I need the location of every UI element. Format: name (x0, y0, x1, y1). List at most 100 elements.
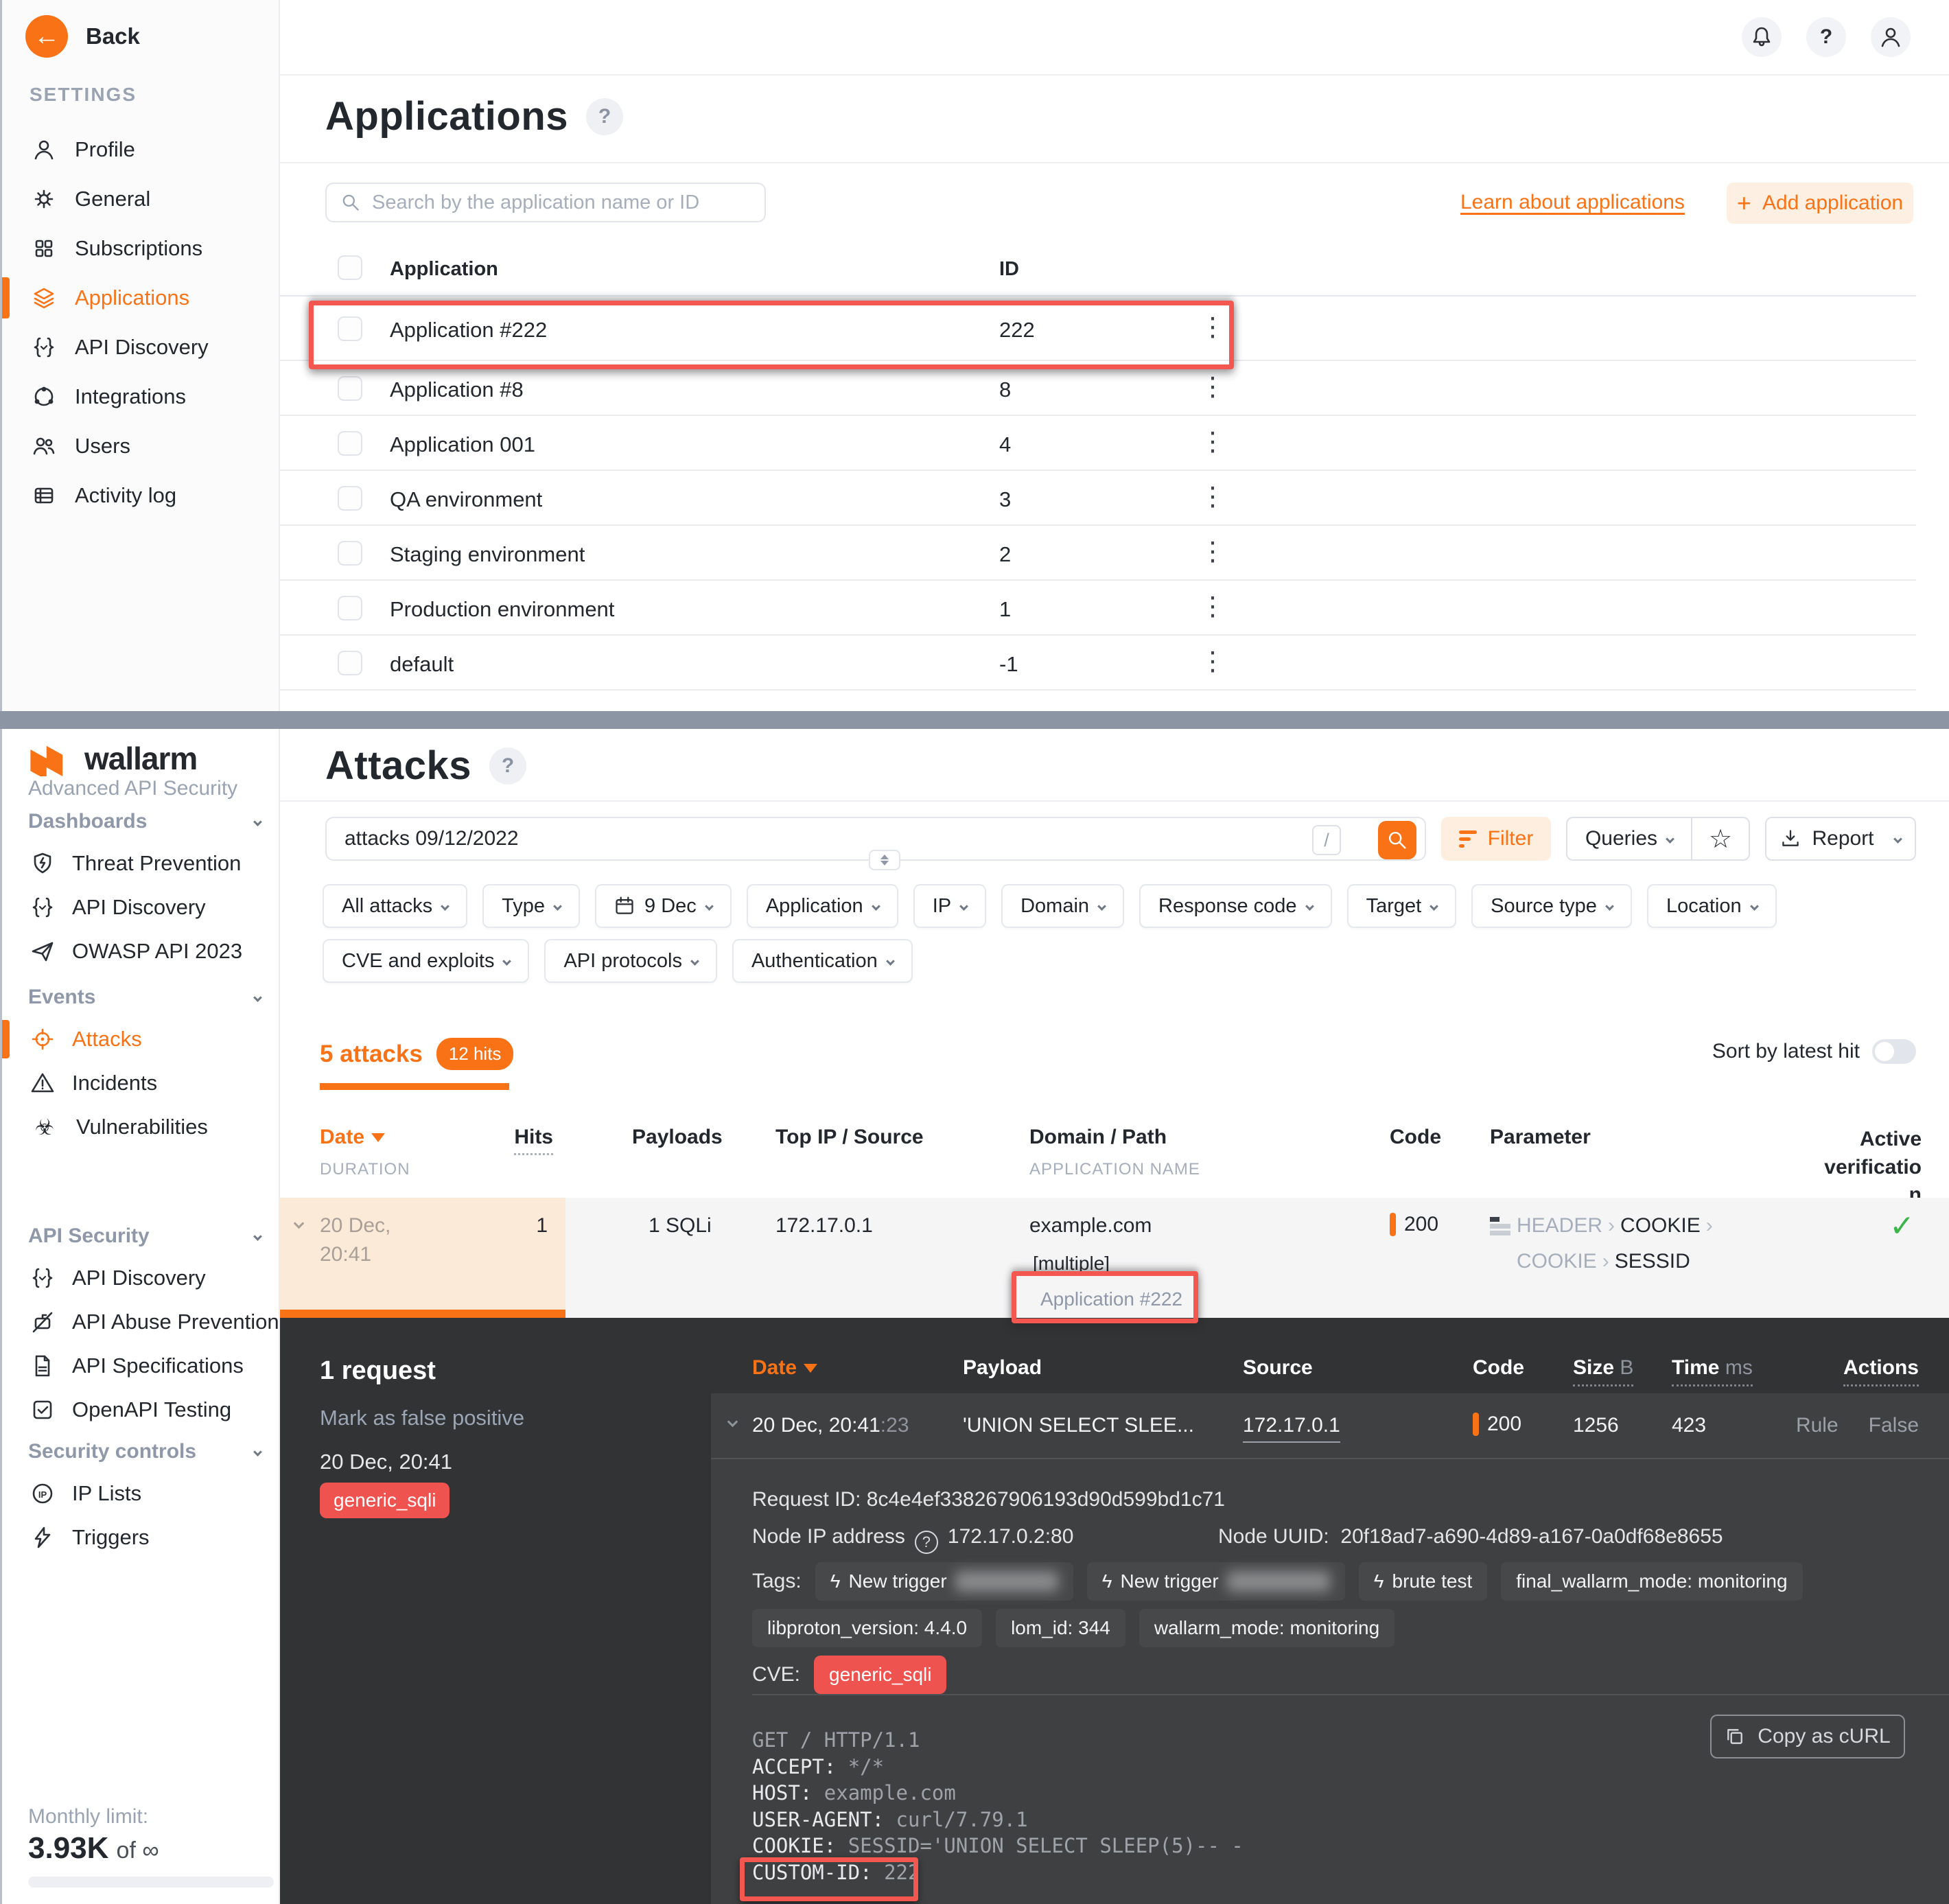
filter-chip-cve[interactable]: CVE and exploits (323, 939, 529, 983)
request-row[interactable]: 20 Dec, 20:41:23 'UNION SELECT SLEE... 1… (711, 1393, 1949, 1459)
column-hits[interactable]: Hits (498, 1126, 553, 1149)
select-all-checkbox[interactable] (338, 255, 362, 280)
title-help-icon[interactable]: ? (586, 98, 623, 135)
favorite-button[interactable]: ☆ (1692, 818, 1749, 859)
detail-column-date[interactable]: Date (752, 1356, 817, 1380)
table-row[interactable]: default -1 ⋮ (280, 636, 1916, 690)
tag-new-trigger[interactable]: ϟNew trigger (1087, 1562, 1345, 1601)
source-link[interactable]: 172.17.0.1 (1243, 1414, 1340, 1443)
cve-tag[interactable]: generic_sqli (814, 1656, 946, 1694)
row-checkbox[interactable] (338, 596, 362, 620)
title-help-icon[interactable]: ? (489, 747, 526, 785)
wallarm-logo[interactable]: wallarm (28, 740, 197, 777)
row-checkbox[interactable] (338, 486, 362, 511)
sidebar-item-api-discovery[interactable]: API Discovery (2, 1256, 282, 1300)
sidebar-item-triggers[interactable]: Triggers (2, 1516, 282, 1559)
search-button[interactable] (1378, 821, 1416, 859)
report-button[interactable]: Report (1765, 817, 1916, 861)
table-row[interactable]: Application #8 8 ⋮ (280, 361, 1916, 416)
row-menu-icon[interactable]: ⋮ (1200, 594, 1226, 619)
sidebar-item-vulnerabilities[interactable]: ☣Vulnerabilities (2, 1105, 282, 1149)
detail-column-size[interactable]: Size B (1573, 1356, 1633, 1386)
search-expander[interactable] (869, 850, 900, 870)
attack-type-tag[interactable]: generic_sqli (320, 1483, 450, 1518)
sidebar-item-applications[interactable]: Applications (2, 273, 282, 323)
action-false[interactable]: False (1869, 1414, 1919, 1437)
table-row[interactable]: Application 001 4 ⋮ (280, 416, 1916, 471)
help-icon[interactable]: ? (915, 1531, 938, 1554)
account-button[interactable] (1871, 17, 1911, 57)
filter-chip-application[interactable]: Application (747, 884, 898, 928)
tag-libproton-version[interactable]: libproton_version: 4.4.0 (752, 1609, 982, 1647)
learn-about-applications-link[interactable]: Learn about applications (1460, 191, 1685, 214)
filter-chip-domain[interactable]: Domain (1001, 884, 1124, 928)
sidebar-item-subscriptions[interactable]: Subscriptions (2, 224, 282, 273)
domain-value[interactable]: example.com (1029, 1214, 1152, 1238)
sidebar-item-general[interactable]: General (2, 174, 282, 224)
back-button[interactable]: ← Back (25, 15, 140, 58)
filter-chip-date[interactable]: 9 Dec (595, 884, 732, 928)
filter-chip-type[interactable]: Type (482, 884, 580, 928)
filter-chip-target[interactable]: Target (1347, 884, 1457, 928)
copy-as-curl-button[interactable]: Copy as cURL (1710, 1715, 1905, 1758)
nav-section-security-controls[interactable]: Security controls (28, 1440, 261, 1463)
nav-section-events[interactable]: Events (28, 986, 261, 1009)
tag-new-trigger[interactable]: ϟNew trigger (815, 1562, 1073, 1601)
tag-wallarm-mode[interactable]: wallarm_mode: monitoring (1139, 1609, 1394, 1647)
sidebar-item-api-specifications[interactable]: API Specifications (2, 1344, 282, 1388)
filter-chip-all-attacks[interactable]: All attacks (323, 884, 467, 928)
attack-row-date-cell[interactable]: 20 Dec, 20:41 1 (280, 1198, 565, 1318)
filter-chip-ip[interactable]: IP (913, 884, 986, 928)
sort-toggle[interactable] (1872, 1039, 1916, 1064)
sidebar-item-incidents[interactable]: Incidents (2, 1061, 282, 1105)
filter-chip-location[interactable]: Location (1647, 884, 1777, 928)
nav-section-api-security[interactable]: API Security (28, 1224, 261, 1248)
attacks-count-tab[interactable]: 5 attacks 12 hits (320, 1038, 513, 1070)
search-input[interactable] (372, 191, 751, 214)
sidebar-item-users[interactable]: Users (2, 421, 282, 471)
filter-chip-response-code[interactable]: Response code (1139, 884, 1332, 928)
sidebar-item-api-discovery-dash[interactable]: API Discovery (2, 885, 282, 929)
table-row[interactable]: QA environment 3 ⋮ (280, 471, 1916, 526)
action-rule[interactable]: Rule (1796, 1414, 1839, 1437)
row-checkbox[interactable] (338, 541, 362, 566)
detail-column-time[interactable]: Time ms (1672, 1356, 1753, 1386)
sidebar-item-api-abuse-prevention[interactable]: API Abuse Prevention (2, 1300, 282, 1344)
search-input[interactable] (345, 827, 1194, 850)
filter-button[interactable]: Filter (1441, 817, 1551, 861)
detail-column-actions[interactable]: Actions (1843, 1356, 1919, 1386)
row-checkbox[interactable] (338, 376, 362, 401)
row-menu-icon[interactable]: ⋮ (1200, 649, 1226, 674)
sidebar-item-integrations[interactable]: Integrations (2, 372, 282, 421)
tag-lom-id[interactable]: lom_id: 344 (996, 1609, 1125, 1647)
sidebar-item-activity-log[interactable]: Activity log (2, 471, 282, 520)
queries-button[interactable]: Queries (1567, 818, 1692, 859)
sidebar-item-threat-prevention[interactable]: Threat Prevention (2, 841, 282, 885)
table-row[interactable]: Production environment 1 ⋮ (280, 581, 1916, 636)
row-checkbox[interactable] (338, 431, 362, 456)
row-menu-icon[interactable]: ⋮ (1200, 485, 1226, 509)
notifications-button[interactable] (1742, 17, 1782, 57)
add-application-button[interactable]: + Add application (1727, 183, 1913, 224)
sidebar-item-owasp-api-2023[interactable]: OWASP API 2023 (2, 929, 282, 973)
nav-section-dashboards[interactable]: Dashboards (28, 810, 261, 833)
row-menu-icon[interactable]: ⋮ (1200, 375, 1226, 399)
source-ip-value[interactable]: 172.17.0.1 (775, 1214, 873, 1238)
sidebar-item-openapi-testing[interactable]: OpenAPI Testing (2, 1388, 282, 1432)
sidebar-item-attacks[interactable]: Attacks (2, 1017, 282, 1061)
help-button[interactable]: ? (1806, 17, 1846, 57)
sidebar-item-ip-lists[interactable]: IP Lists (2, 1472, 282, 1516)
filter-chip-source-type[interactable]: Source type (1471, 884, 1632, 928)
row-menu-icon[interactable]: ⋮ (1200, 430, 1226, 454)
sidebar-item-api-discovery[interactable]: API Discovery (2, 323, 282, 372)
table-row[interactable]: Staging environment 2 ⋮ (280, 526, 1916, 581)
filter-chip-authentication[interactable]: Authentication (732, 939, 913, 983)
mark-false-positive-link[interactable]: Mark as false positive (320, 1406, 524, 1430)
tag-brute-test[interactable]: ϟbrute test (1359, 1562, 1488, 1601)
row-menu-icon[interactable]: ⋮ (1200, 539, 1226, 564)
column-date[interactable]: Date (320, 1126, 385, 1149)
row-checkbox[interactable] (338, 651, 362, 675)
tag-final-wallarm-mode[interactable]: final_wallarm_mode: monitoring (1501, 1562, 1802, 1601)
filter-chip-api-protocols[interactable]: API protocols (544, 939, 716, 983)
sidebar-item-profile[interactable]: Profile (2, 125, 282, 174)
